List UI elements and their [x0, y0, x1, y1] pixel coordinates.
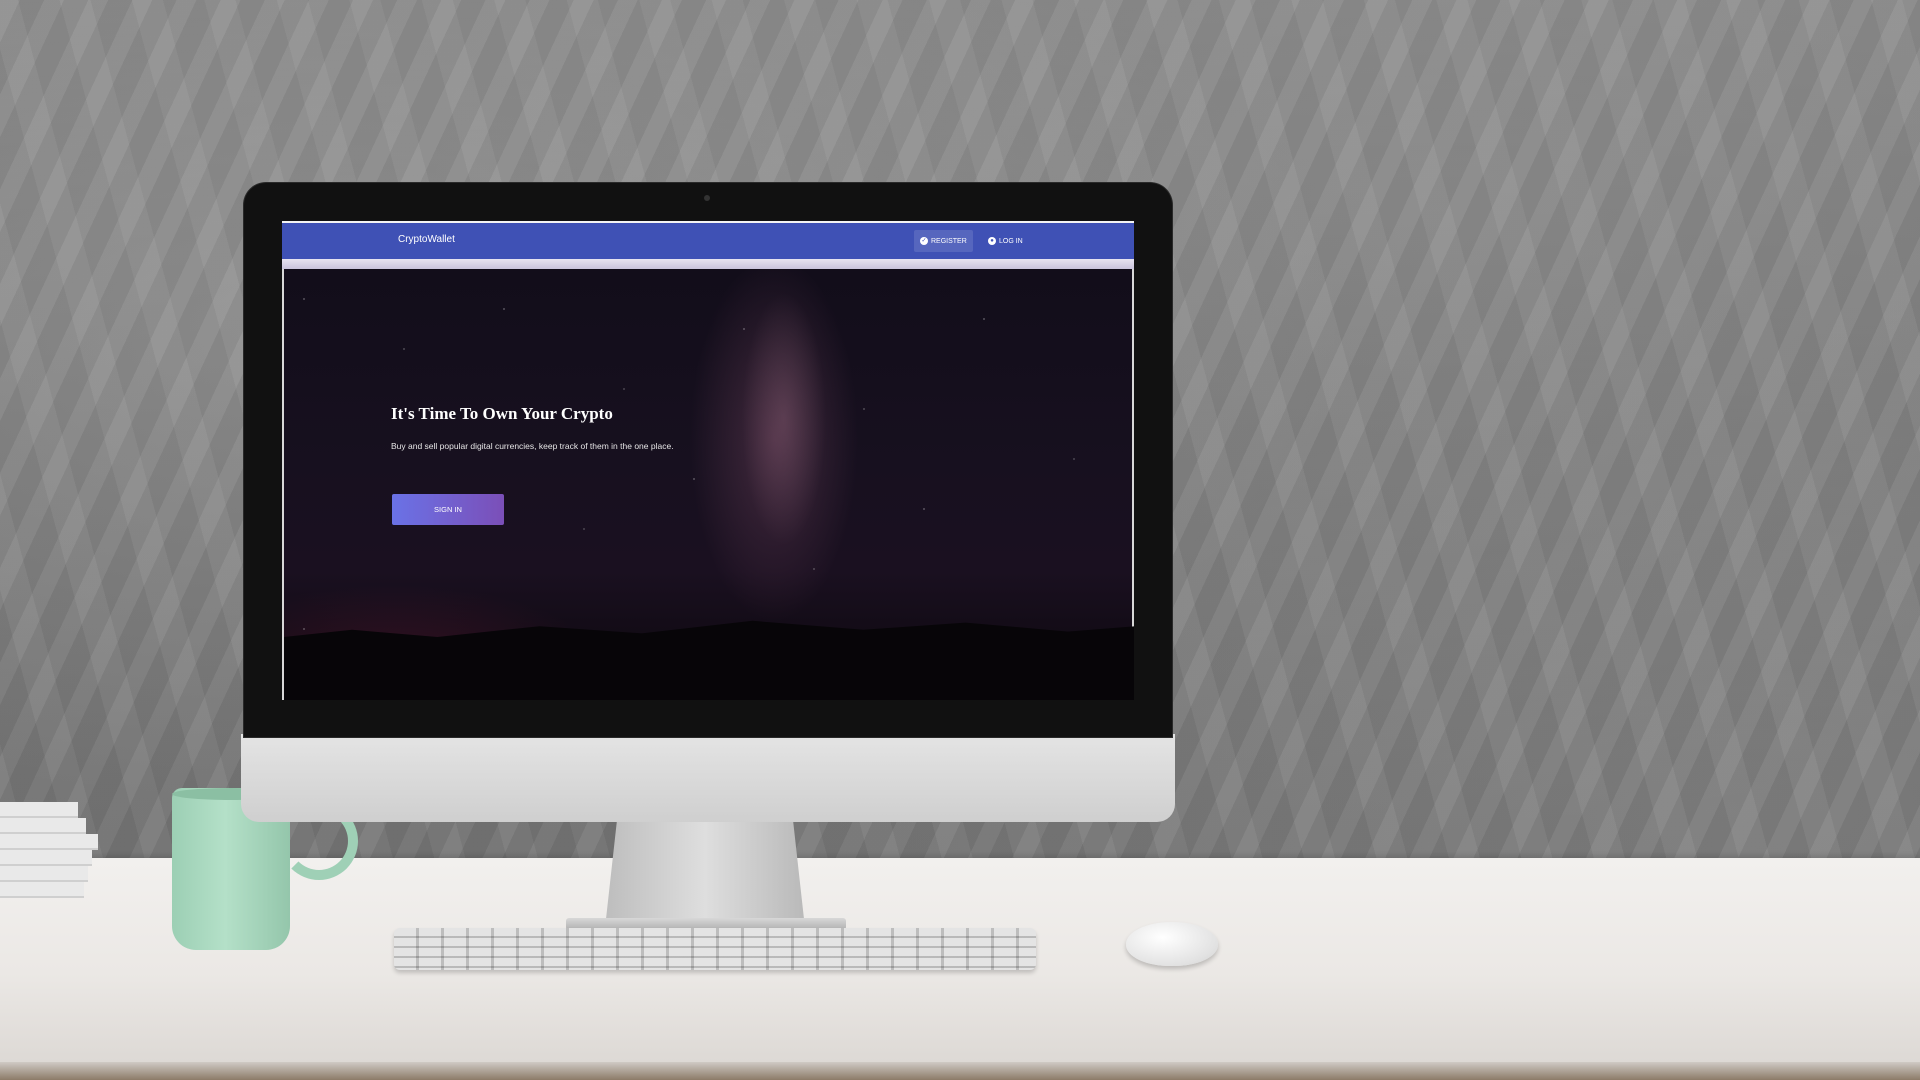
- top-navbar: CryptoWallet ✓ REGISTER ● LOG IN: [282, 221, 1134, 259]
- login-button[interactable]: ● LOG IN: [982, 230, 1029, 252]
- account-circle-icon: ●: [988, 237, 996, 245]
- register-label: REGISTER: [931, 237, 967, 245]
- sign-in-button[interactable]: SIGN IN: [392, 494, 504, 525]
- desk-edge: [0, 1062, 1920, 1080]
- monitor-screen: CryptoWallet ✓ REGISTER ● LOG IN It's Ti…: [282, 221, 1134, 700]
- login-label: LOG IN: [999, 237, 1023, 245]
- hero-subtitle: Buy and sell popular digital currencies,…: [391, 441, 674, 451]
- webcam: [704, 195, 710, 201]
- monitor-chin: [241, 734, 1175, 822]
- hero-title: It's Time To Own Your Crypto: [391, 404, 613, 423]
- desk-scene: CryptoWallet ✓ REGISTER ● LOG IN It's Ti…: [0, 0, 1920, 1080]
- navbar-divider: [282, 259, 1134, 269]
- keyboard: [394, 928, 1036, 970]
- check-circle-icon: ✓: [920, 237, 928, 245]
- register-button[interactable]: ✓ REGISTER: [914, 230, 973, 252]
- hero-section: It's Time To Own Your Crypto Buy and sel…: [282, 269, 1134, 700]
- brand-logo-text[interactable]: CryptoWallet: [398, 234, 455, 245]
- book-stack: [0, 802, 100, 912]
- mouse: [1126, 922, 1218, 966]
- monitor-stand: [605, 820, 805, 928]
